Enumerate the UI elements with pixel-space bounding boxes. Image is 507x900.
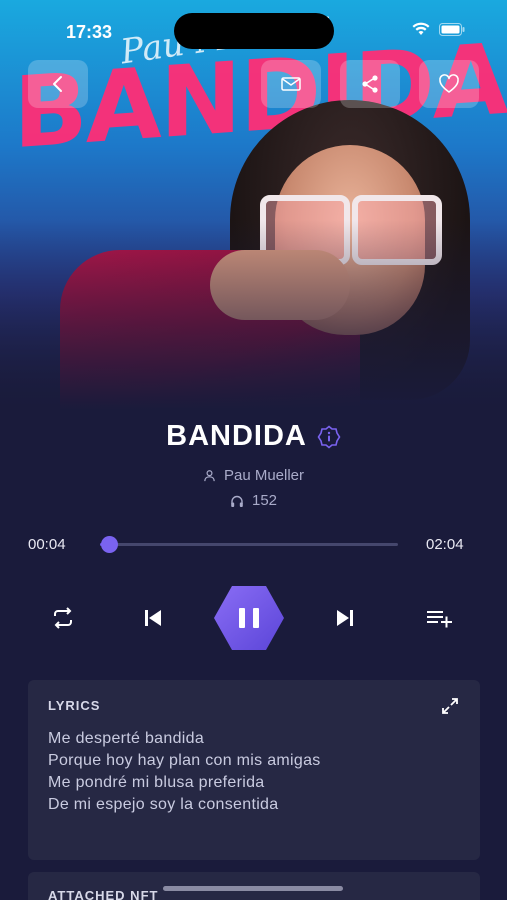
- status-time: 17:33: [66, 22, 113, 42]
- heart-icon: [439, 74, 459, 93]
- elapsed-time: 00:04: [28, 536, 66, 553]
- play-count: 152: [251, 492, 278, 509]
- lyric-line: Me desperté bandida: [48, 730, 205, 747]
- duration-time: 02:04: [426, 536, 464, 553]
- lyric-line: Me pondré mi blusa preferida: [48, 774, 265, 791]
- lyrics-card: LYRICS Me desperté bandida Porque hoy ha…: [28, 680, 480, 860]
- skip-previous-icon: [145, 610, 161, 626]
- home-indicator[interactable]: [163, 886, 343, 891]
- envelope-icon: [281, 77, 301, 91]
- pause-button[interactable]: [212, 584, 286, 652]
- add-to-queue-icon: [427, 611, 452, 628]
- chevron-left-icon: [53, 76, 62, 92]
- wifi-icon: [412, 22, 430, 35]
- headphones-icon: [231, 495, 243, 507]
- share-button[interactable]: [340, 60, 400, 108]
- skip-next-icon: [337, 610, 353, 626]
- share-icon: [362, 75, 378, 93]
- song-title: BANDIDA: [166, 420, 307, 452]
- attached-nft-heading: ATTACHED NFT: [48, 888, 159, 900]
- add-to-queue-button[interactable]: [420, 598, 460, 638]
- previous-button[interactable]: [133, 598, 173, 638]
- status-bar: 17:33: [0, 0, 507, 50]
- artist-name: Pau Mueller: [223, 467, 305, 484]
- progress-slider[interactable]: [100, 536, 398, 553]
- plays-row: 152: [0, 492, 507, 509]
- lyric-line: Porque hoy hay plan con mis amigas: [48, 752, 321, 769]
- back-button[interactable]: [28, 60, 88, 108]
- next-button[interactable]: [325, 598, 365, 638]
- battery-icon: [439, 22, 465, 36]
- dynamic-island: [174, 13, 334, 49]
- message-button[interactable]: [261, 60, 321, 108]
- lyrics-heading: LYRICS: [48, 698, 101, 713]
- repeat-icon: [54, 607, 72, 629]
- expand-icon[interactable]: [440, 696, 460, 716]
- info-badge-icon[interactable]: [317, 424, 341, 449]
- lyrics-lines: Me desperté bandida Porque hoy hay plan …: [48, 728, 321, 816]
- favorite-button[interactable]: [419, 60, 479, 108]
- lyric-line: De mi espejo soy la consentida: [48, 796, 279, 813]
- user-icon: [204, 470, 215, 482]
- repeat-button[interactable]: [43, 598, 83, 638]
- song-title-row: BANDIDA: [0, 420, 507, 453]
- player-screen: BANDIDA Pau Mueller 17:33 BANDIDA: [0, 0, 507, 900]
- artist-row[interactable]: Pau Mueller: [0, 467, 507, 484]
- progress-handle[interactable]: [101, 536, 118, 553]
